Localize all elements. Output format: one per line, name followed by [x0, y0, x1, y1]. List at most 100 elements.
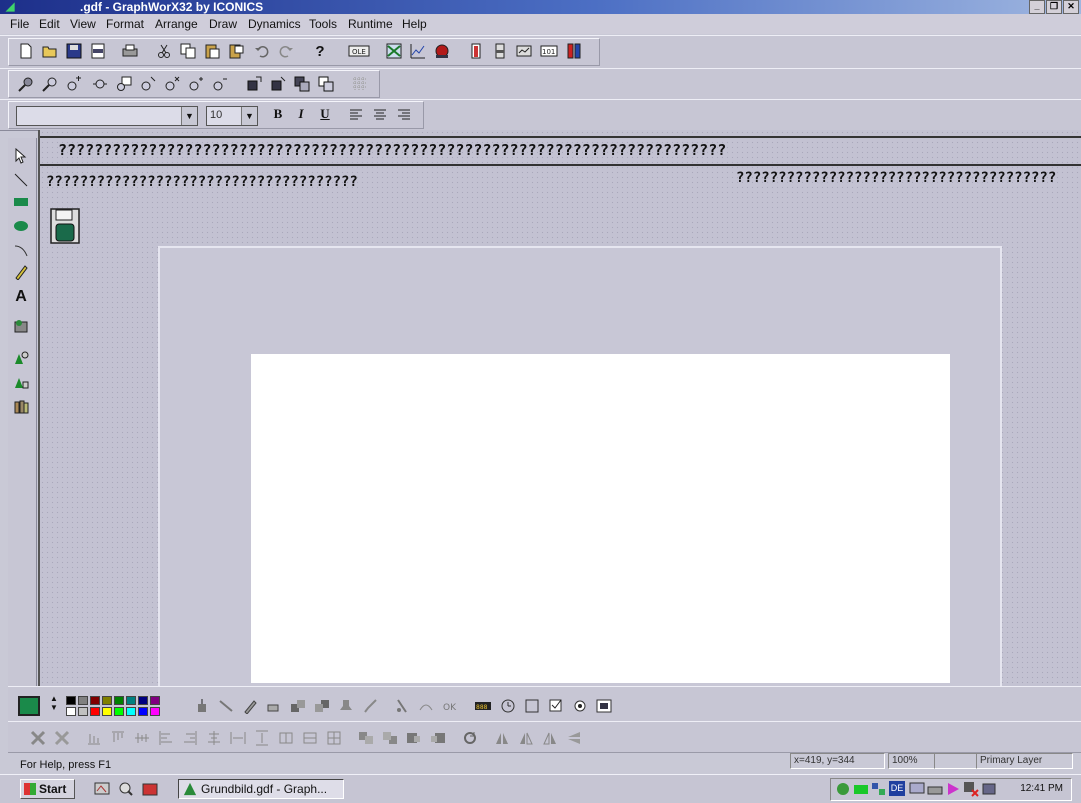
palette-swatch[interactable]: [66, 707, 76, 716]
refresh-icon[interactable]: [462, 730, 478, 746]
white-rectangle[interactable]: [251, 354, 950, 683]
undo-icon[interactable]: [254, 43, 270, 59]
font-size-select[interactable]: 10 ▼: [206, 106, 258, 126]
arc-icon[interactable]: [13, 242, 29, 258]
zoom-minus-icon[interactable]: [212, 76, 228, 92]
palette-swatch[interactable]: [126, 707, 136, 716]
palette-swatch[interactable]: [90, 696, 100, 705]
alarm-icon[interactable]: [434, 43, 450, 59]
align-bottom-icon[interactable]: [86, 730, 102, 746]
help-icon[interactable]: ?: [312, 43, 328, 60]
menu-file[interactable]: File: [10, 17, 29, 31]
ungroup-icon[interactable]: [318, 76, 334, 92]
new-icon[interactable]: [18, 43, 34, 59]
minimize-button[interactable]: _: [1029, 0, 1045, 14]
palette-swatch[interactable]: [150, 707, 160, 716]
freehand-icon[interactable]: [13, 264, 29, 280]
menu-dynamics[interactable]: Dynamics: [248, 17, 301, 31]
menu-format[interactable]: Format: [106, 17, 144, 31]
palette-swatch[interactable]: [102, 707, 112, 716]
align-right-obj-icon[interactable]: [182, 730, 198, 746]
cut-icon[interactable]: [156, 43, 172, 59]
send-back-icon[interactable]: [270, 76, 286, 92]
zoom-fit-icon[interactable]: [164, 76, 180, 92]
zoom-plus-icon[interactable]: [188, 76, 204, 92]
quicklaunch-app-icon[interactable]: [142, 781, 158, 797]
stamp-icon[interactable]: [338, 698, 354, 714]
floppy-disk-icon[interactable]: [50, 208, 80, 244]
palette-swatch[interactable]: [138, 696, 148, 705]
palette-swatch[interactable]: [102, 696, 112, 705]
palette-swatch[interactable]: [150, 696, 160, 705]
chevron-down-icon[interactable]: ▼: [241, 107, 257, 125]
tray-network-icon[interactable]: [835, 781, 851, 797]
zoom-2-icon[interactable]: [42, 76, 58, 92]
picture-icon[interactable]: [596, 698, 612, 714]
align-right-icon[interactable]: [396, 107, 412, 123]
gauge-icon[interactable]: [468, 43, 484, 59]
same-height-icon[interactable]: [302, 730, 318, 746]
start-button[interactable]: Start: [20, 779, 75, 799]
order-4-icon[interactable]: [430, 730, 446, 746]
align-center-icon[interactable]: [372, 107, 388, 123]
chart-icon[interactable]: [386, 43, 402, 59]
save-icon[interactable]: [66, 43, 82, 59]
thermometer-icon[interactable]: [566, 43, 582, 59]
palette-swatch[interactable]: [78, 707, 88, 716]
palette-spinner[interactable]: ▲ ▼: [50, 694, 58, 712]
subtitle-left-text[interactable]: ?????????????????????????????????????: [46, 174, 486, 190]
menu-tools[interactable]: Tools: [309, 17, 337, 31]
zoom-1-icon[interactable]: [18, 76, 34, 92]
frame-icon[interactable]: [524, 698, 540, 714]
menu-runtime[interactable]: Runtime: [348, 17, 393, 31]
same-size-icon[interactable]: [326, 730, 342, 746]
palette-swatch[interactable]: [90, 707, 100, 716]
checkbox-icon[interactable]: [548, 698, 564, 714]
text-tool-icon[interactable]: A: [13, 288, 29, 305]
tray-play-icon[interactable]: [945, 781, 961, 797]
group-icon[interactable]: [294, 76, 310, 92]
palette-swatch[interactable]: [138, 707, 148, 716]
order-3-icon[interactable]: [406, 730, 422, 746]
quicklaunch-desktop-icon[interactable]: [94, 781, 110, 797]
palette-swatch[interactable]: [66, 696, 76, 705]
menu-help[interactable]: Help: [402, 17, 427, 31]
align-center-obj-icon[interactable]: [206, 730, 222, 746]
tray-device-icon[interactable]: [981, 781, 997, 797]
palette-swatch[interactable]: [126, 696, 136, 705]
process-point-icon[interactable]: 888: [474, 698, 492, 714]
order-1-icon[interactable]: [358, 730, 374, 746]
bring-front-icon[interactable]: [246, 76, 262, 92]
space-horizontal-icon[interactable]: [230, 730, 246, 746]
palette-swatch[interactable]: [78, 696, 88, 705]
palette-swatch[interactable]: [114, 707, 124, 716]
taskbar-item-graphworx[interactable]: Grundbild.gdf - Graph...: [178, 779, 344, 799]
menu-draw[interactable]: Draw: [209, 17, 237, 31]
menu-arrange[interactable]: Arrange: [155, 17, 198, 31]
order-2-icon[interactable]: [382, 730, 398, 746]
datasource-2-icon[interactable]: [13, 374, 29, 390]
redo-icon[interactable]: [278, 43, 294, 59]
copy-icon[interactable]: [180, 43, 196, 59]
align-b-icon[interactable]: [54, 730, 70, 746]
flip-2-icon[interactable]: [518, 730, 534, 746]
symbol-library-icon[interactable]: [13, 318, 29, 334]
zoom-in-icon[interactable]: [66, 76, 82, 92]
ole-icon[interactable]: OLE: [348, 43, 370, 59]
pointer-icon[interactable]: [13, 148, 29, 164]
align-a-icon[interactable]: [30, 730, 46, 746]
header-text[interactable]: ????????????????????????????????????????…: [58, 141, 1078, 159]
flip-4-icon[interactable]: [566, 730, 582, 746]
menu-view[interactable]: View: [70, 17, 96, 31]
slider-icon[interactable]: [492, 43, 508, 59]
underline-button[interactable]: U: [316, 106, 334, 122]
tray-error-icon[interactable]: [963, 781, 979, 797]
ok-icon[interactable]: OK: [442, 698, 460, 714]
connector-icon[interactable]: [218, 698, 234, 714]
radio-icon[interactable]: [572, 698, 588, 714]
open-icon[interactable]: [42, 43, 58, 59]
subtitle-right-text[interactable]: ??????????????????????????????????????: [736, 170, 1081, 186]
eraser-icon[interactable]: [266, 698, 282, 714]
align-middle-icon[interactable]: [134, 730, 150, 746]
line-icon[interactable]: [13, 172, 29, 188]
